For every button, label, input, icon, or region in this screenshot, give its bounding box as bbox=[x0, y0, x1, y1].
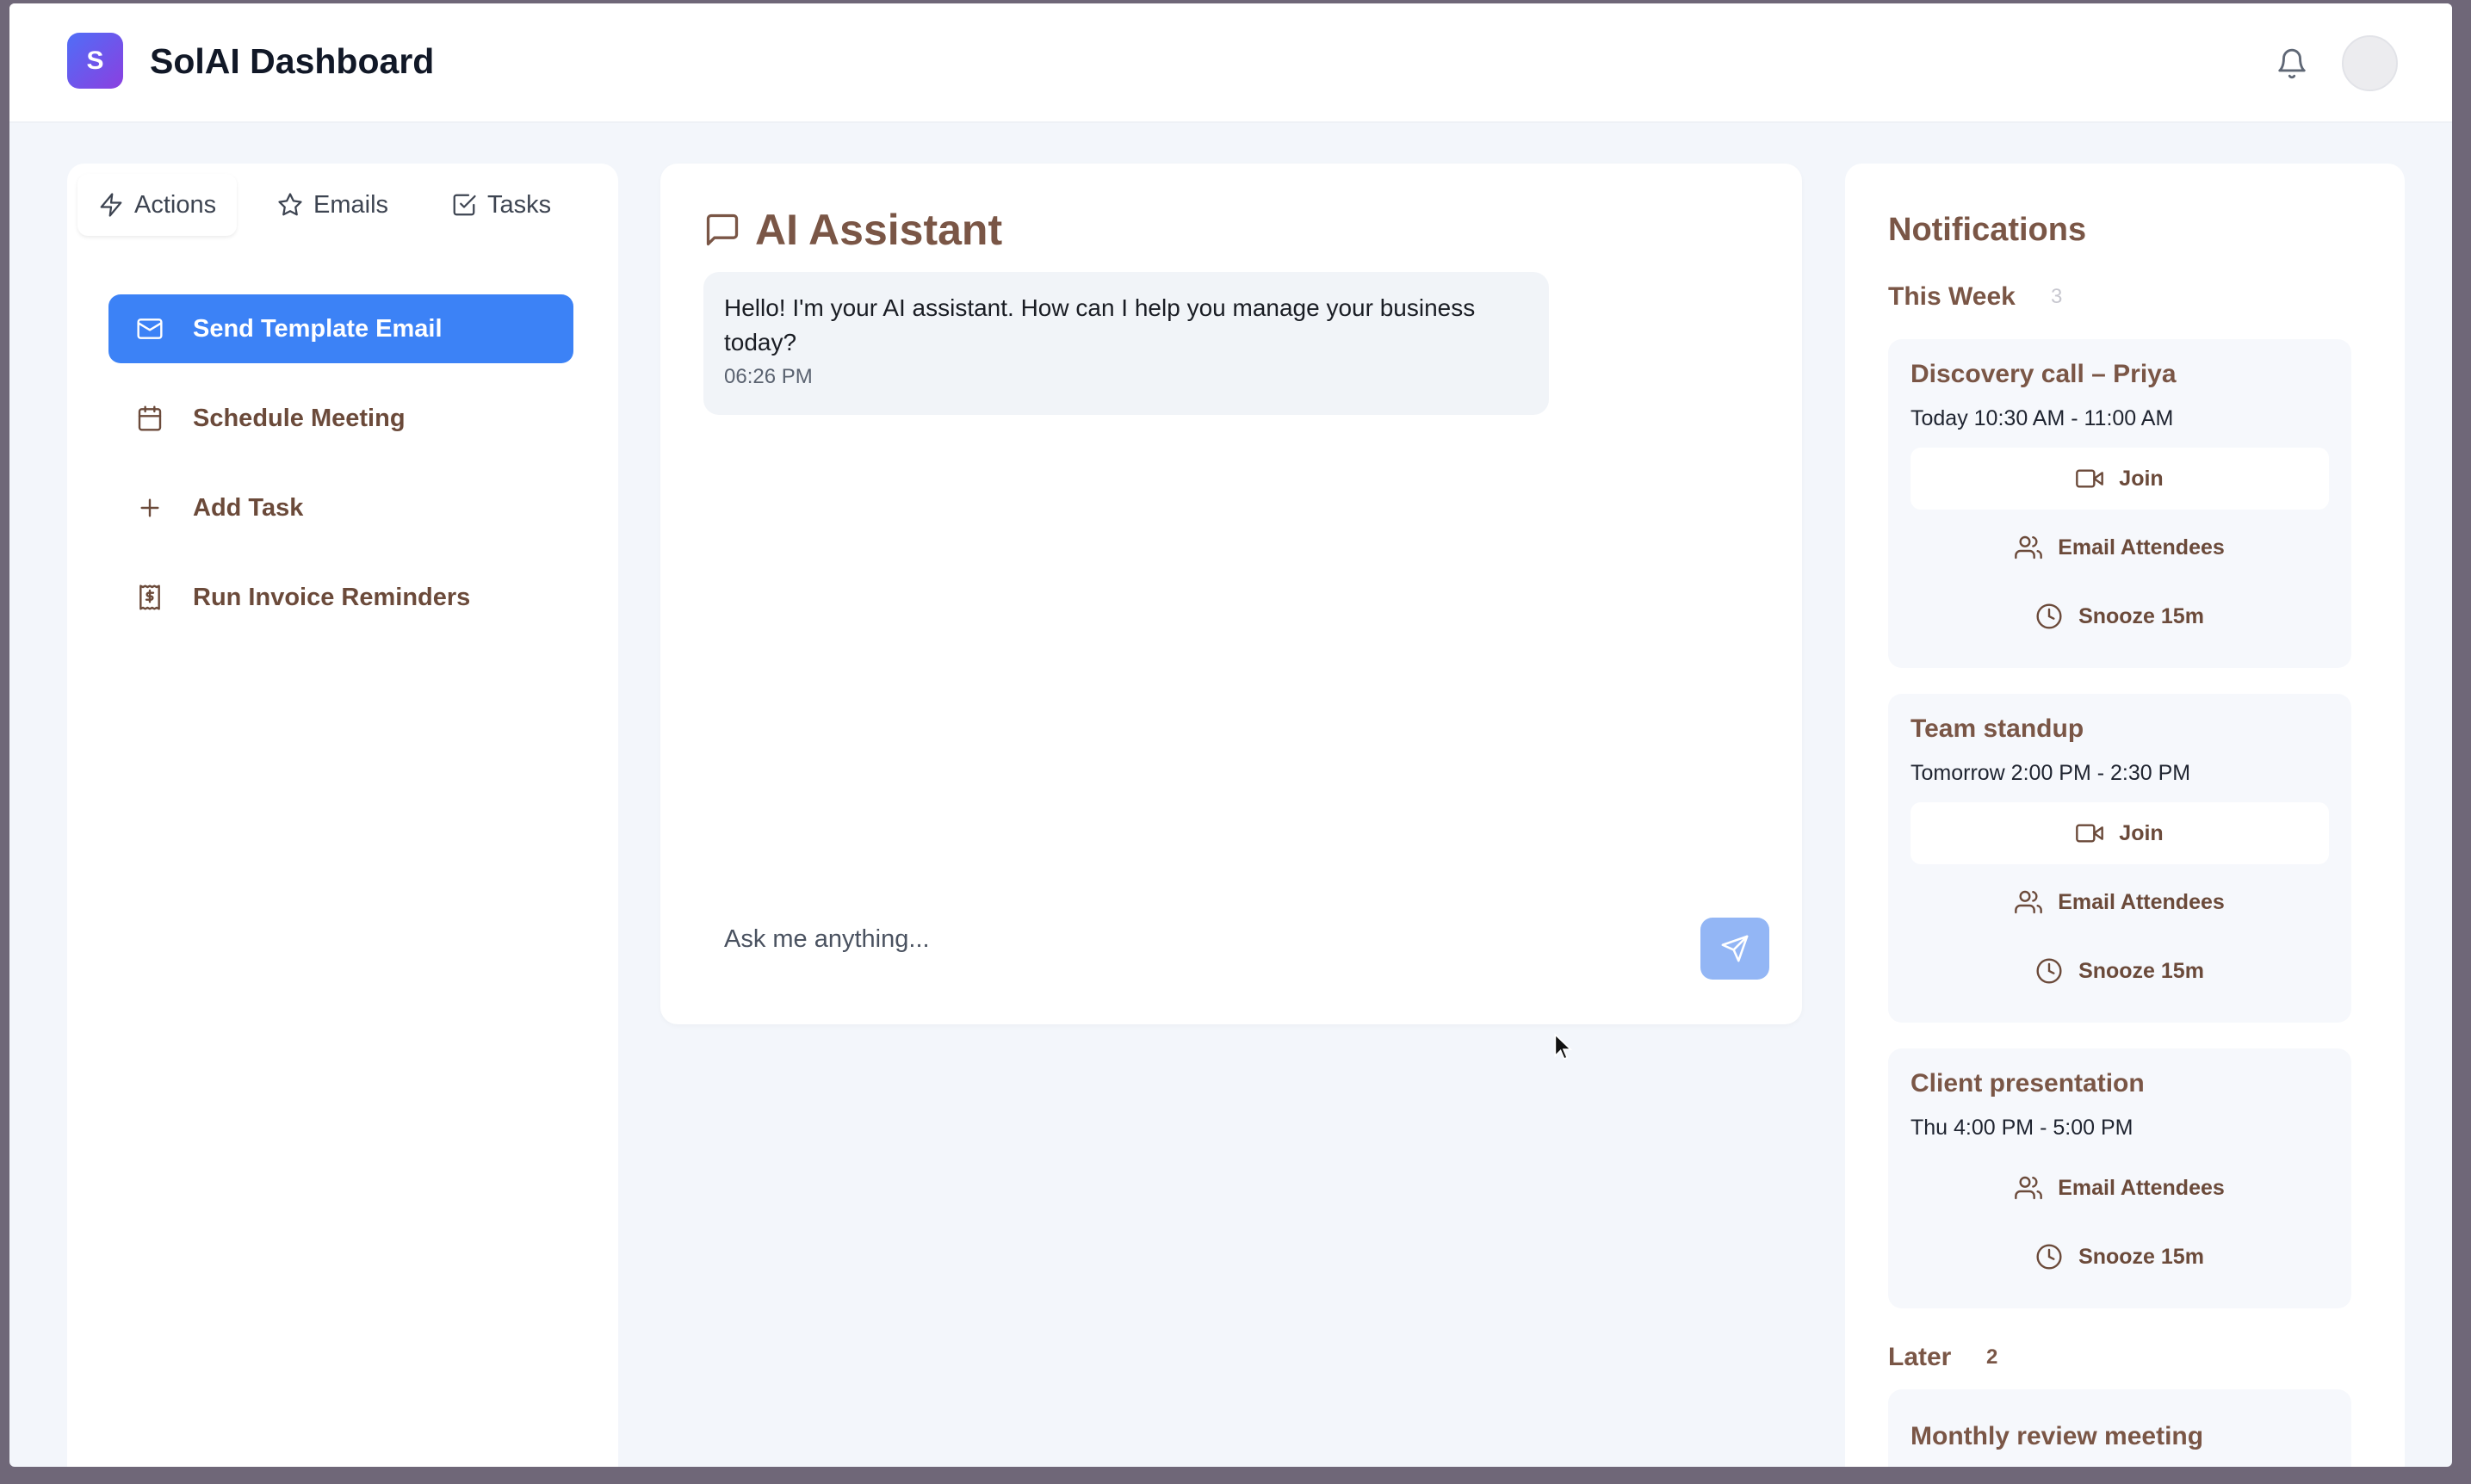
tab-emails-label: Emails bbox=[313, 190, 389, 219]
chat-input[interactable] bbox=[703, 909, 1650, 969]
tab-emails[interactable]: Emails bbox=[257, 174, 409, 236]
notification-card: Team standup Tomorrow 2:00 PM - 2:30 PM … bbox=[1888, 694, 2351, 1023]
mail-icon bbox=[137, 318, 163, 339]
top-bar: S SolAI Dashboard bbox=[9, 3, 2452, 123]
notification-title: Team standup bbox=[1911, 714, 2084, 743]
join-button[interactable]: Join bbox=[1911, 448, 2329, 510]
calendar-icon bbox=[138, 405, 162, 431]
notification-card: Monthly review meeting bbox=[1888, 1389, 2351, 1467]
send-template-email-label: Send Template Email bbox=[193, 314, 443, 343]
snooze-button[interactable]: Snooze 15m bbox=[1911, 1226, 2329, 1288]
tab-actions[interactable]: Actions bbox=[77, 174, 238, 236]
this-week-label: This Week bbox=[1888, 282, 2016, 311]
notification-time: Tomorrow 2:00 PM - 2:30 PM bbox=[1911, 761, 2191, 785]
assistant-panel: AI Assistant Hello! I'm your AI assistan… bbox=[660, 164, 1802, 1024]
notification-card: Client presentation Thu 4:00 PM - 5:00 P… bbox=[1888, 1048, 2351, 1308]
send-icon bbox=[1721, 935, 1749, 962]
chat-icon bbox=[706, 213, 739, 246]
email-attendees-button[interactable]: Email Attendees bbox=[1911, 516, 2329, 578]
notification-time: Thu 4:00 PM - 5:00 PM bbox=[1911, 1116, 2133, 1140]
notifications-panel: Notifications This Week 3 Discovery call… bbox=[1845, 164, 2405, 1467]
send-button[interactable] bbox=[1700, 918, 1769, 980]
app-logo[interactable]: S bbox=[67, 33, 123, 89]
assistant-title-text: AI Assistant bbox=[755, 206, 1003, 254]
assistant-title: AI Assistant bbox=[703, 205, 1002, 255]
snooze-button[interactable]: Snooze 15m bbox=[1911, 585, 2329, 647]
tab-bar: Actions Emails Tasks bbox=[77, 174, 608, 236]
star-icon bbox=[278, 193, 302, 216]
add-task-button[interactable]: Add Task bbox=[108, 473, 573, 542]
notification-title: Monthly review meeting bbox=[1911, 1422, 2204, 1450]
snooze-label: Snooze 15m bbox=[2078, 1244, 2204, 1269]
lightning-icon bbox=[100, 193, 122, 217]
snooze-label: Snooze 15m bbox=[2078, 603, 2204, 628]
assistant-message-time: 06:26 PM bbox=[724, 365, 813, 388]
add-task-label: Add Task bbox=[193, 493, 304, 522]
email-attendees-button[interactable]: Email Attendees bbox=[1911, 871, 2329, 933]
checkbox-icon bbox=[453, 194, 476, 216]
join-label: Join bbox=[2119, 466, 2164, 491]
email-attendees-label: Email Attendees bbox=[2058, 889, 2225, 914]
email-attendees-label: Email Attendees bbox=[2058, 535, 2225, 560]
clock-icon bbox=[2036, 958, 2062, 984]
assistant-message-text: Hello! I'm your AI assistant. How can I … bbox=[724, 294, 1476, 356]
notification-title: Discovery call – Priya bbox=[1911, 360, 2177, 388]
this-week-count: 3 bbox=[2051, 285, 2063, 308]
send-template-email-button[interactable]: Send Template Email bbox=[108, 294, 573, 363]
bell-icon[interactable] bbox=[2276, 46, 2308, 81]
notification-time: Today 10:30 AM - 11:00 AM bbox=[1911, 406, 2174, 430]
notifications-title: Notifications bbox=[1888, 212, 2087, 248]
run-invoice-reminders-button[interactable]: Run Invoice Reminders bbox=[108, 563, 573, 632]
app-window: S SolAI Dashboard Actions Emails Tasks S… bbox=[9, 3, 2452, 1467]
run-invoice-reminders-label: Run Invoice Reminders bbox=[193, 583, 471, 611]
mouse-cursor-icon bbox=[1554, 1033, 1573, 1060]
tab-actions-label: Actions bbox=[134, 190, 217, 219]
join-button[interactable]: Join bbox=[1911, 802, 2329, 864]
avatar[interactable] bbox=[2342, 35, 2398, 91]
notification-title: Client presentation bbox=[1911, 1069, 2145, 1098]
notification-card: Discovery call – Priya Today 10:30 AM - … bbox=[1888, 339, 2351, 668]
later-label: Later bbox=[1888, 1343, 1952, 1371]
plus-icon bbox=[140, 498, 159, 517]
clock-icon bbox=[2036, 1244, 2062, 1270]
video-icon bbox=[2076, 469, 2104, 488]
left-panel: Actions Emails Tasks Send Template Email… bbox=[67, 164, 618, 1467]
app-title: SolAI Dashboard bbox=[150, 41, 435, 81]
tab-tasks[interactable]: Tasks bbox=[430, 174, 572, 236]
users-icon bbox=[2015, 890, 2043, 914]
users-icon bbox=[2015, 1176, 2043, 1200]
snooze-button[interactable]: Snooze 15m bbox=[1911, 940, 2329, 1002]
clock-icon bbox=[2036, 603, 2062, 629]
email-attendees-label: Email Attendees bbox=[2058, 1175, 2225, 1200]
assistant-message: Hello! I'm your AI assistant. How can I … bbox=[703, 272, 1549, 415]
tab-tasks-label: Tasks bbox=[487, 190, 552, 219]
join-label: Join bbox=[2119, 820, 2164, 845]
schedule-meeting-label: Schedule Meeting bbox=[193, 404, 406, 432]
users-icon bbox=[2015, 535, 2043, 560]
invoice-icon bbox=[139, 584, 160, 610]
video-icon bbox=[2076, 824, 2104, 843]
later-count: 2 bbox=[1986, 1345, 1998, 1369]
email-attendees-button[interactable]: Email Attendees bbox=[1911, 1157, 2329, 1219]
snooze-label: Snooze 15m bbox=[2078, 958, 2204, 983]
schedule-meeting-button[interactable]: Schedule Meeting bbox=[108, 384, 573, 453]
